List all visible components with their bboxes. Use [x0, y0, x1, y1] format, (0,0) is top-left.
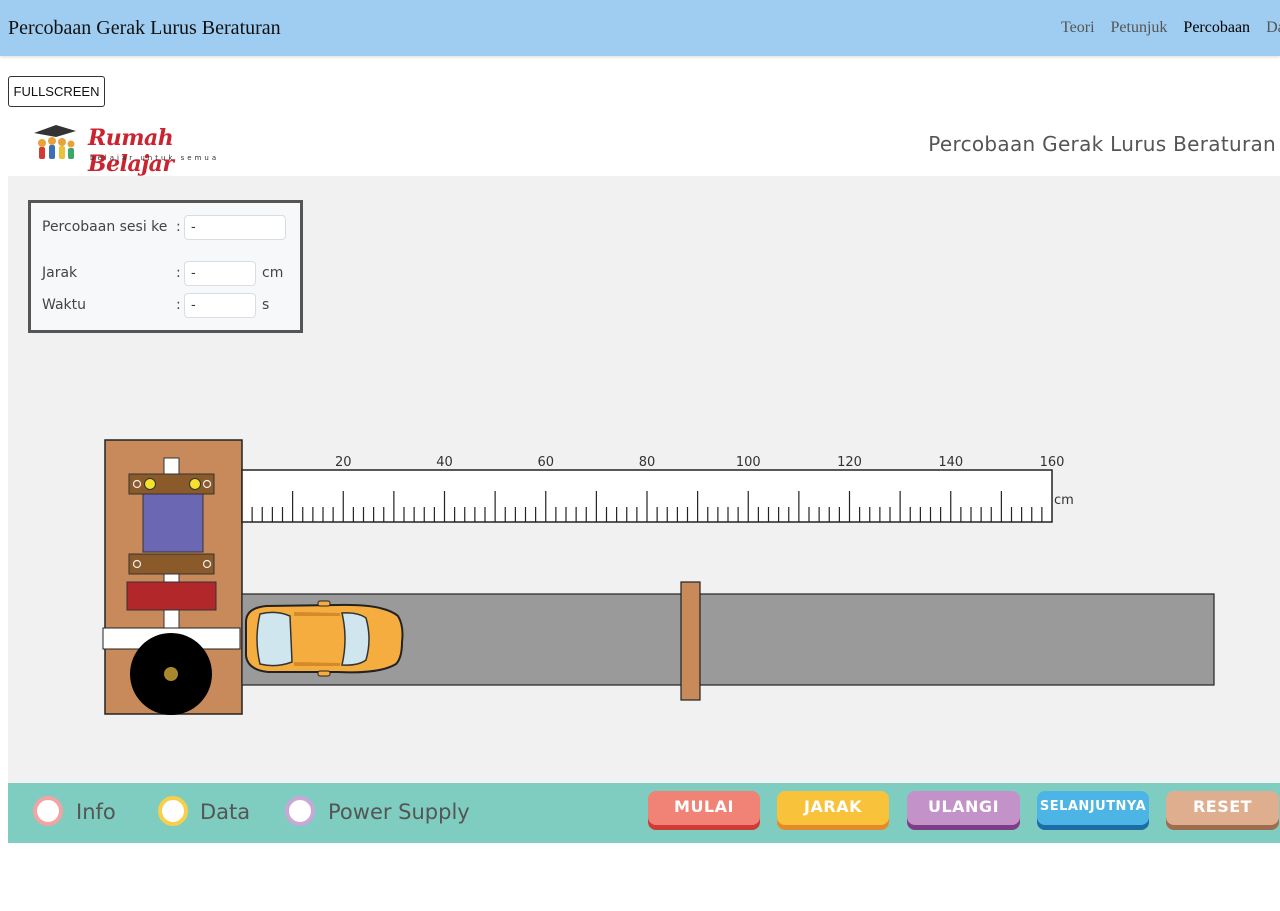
control-bar: Info Data Power Supply MULAI JARAK ULANG… — [8, 783, 1280, 843]
info-label: Info — [76, 800, 116, 824]
data-checkbox[interactable] — [158, 796, 188, 826]
power-supply-checkbox[interactable] — [285, 796, 315, 826]
ruler-label: 60 — [537, 455, 554, 470]
app-title: Percobaan Gerak Lurus Beraturan — [928, 132, 1276, 156]
ruler-label: 80 — [639, 455, 656, 470]
distance-barrier[interactable] — [680, 581, 701, 701]
navbar-title[interactable]: Percobaan Gerak Lurus Beraturan — [8, 17, 281, 40]
simulation-app: Rumah Belajar belajar untuk semua Percob… — [8, 113, 1280, 843]
nav-link-percobaan[interactable]: Percobaan — [1183, 19, 1250, 37]
rumah-belajar-logo: Rumah Belajar belajar untuk semua — [30, 121, 240, 177]
ruler-label: 40 — [436, 455, 453, 470]
logo-tagline: belajar untuk semua — [90, 154, 220, 162]
ruler-labels: 20 40 60 80 100 120 140 160 — [335, 455, 1064, 470]
ruler-label: 120 — [837, 455, 862, 470]
data-label: Data — [200, 800, 251, 824]
nav-link-teori[interactable]: Teori — [1061, 19, 1095, 37]
app-header: Rumah Belajar belajar untuk semua Percob… — [8, 113, 1280, 177]
ruler-label: 20 — [335, 455, 352, 470]
mulai-button[interactable]: MULAI — [648, 791, 760, 830]
ruler: 20 40 60 80 100 120 140 160 cm — [241, 455, 1074, 523]
experiment-scene: 20 40 60 80 100 120 140 160 cm — [102, 439, 1215, 715]
ruler-label: 140 — [938, 455, 963, 470]
ruler-label: 100 — [736, 455, 761, 470]
ulangi-button[interactable]: ULANGI — [907, 791, 1020, 830]
ruler-unit: cm — [1054, 493, 1074, 508]
navbar-links: Teori Petunjuk Percobaan Data — [1061, 19, 1280, 37]
ticker-timer[interactable] — [102, 439, 243, 715]
nav-link-petunjuk[interactable]: Petunjuk — [1111, 19, 1168, 37]
info-checkbox[interactable] — [33, 796, 63, 826]
nav-link-data[interactable]: Data — [1266, 19, 1280, 37]
reset-button[interactable]: RESET — [1166, 791, 1279, 830]
car-icon[interactable] — [245, 600, 404, 677]
simulation-stage: Percobaan sesi ke : - Jarak : - cm Waktu… — [8, 176, 1280, 783]
jarak-button[interactable]: JARAK — [777, 791, 889, 830]
power-supply-label: Power Supply — [328, 800, 470, 824]
logo-people-icon — [34, 125, 76, 159]
selanjutnya-button[interactable]: SELANJUTNYA — [1037, 791, 1149, 830]
ruler-label: 160 — [1040, 455, 1065, 470]
top-navbar: Percobaan Gerak Lurus Beraturan Teori Pe… — [0, 0, 1280, 56]
fullscreen-button[interactable]: FULLSCREEN — [8, 76, 105, 107]
logo-title: Rumah Belajar — [88, 125, 174, 177]
